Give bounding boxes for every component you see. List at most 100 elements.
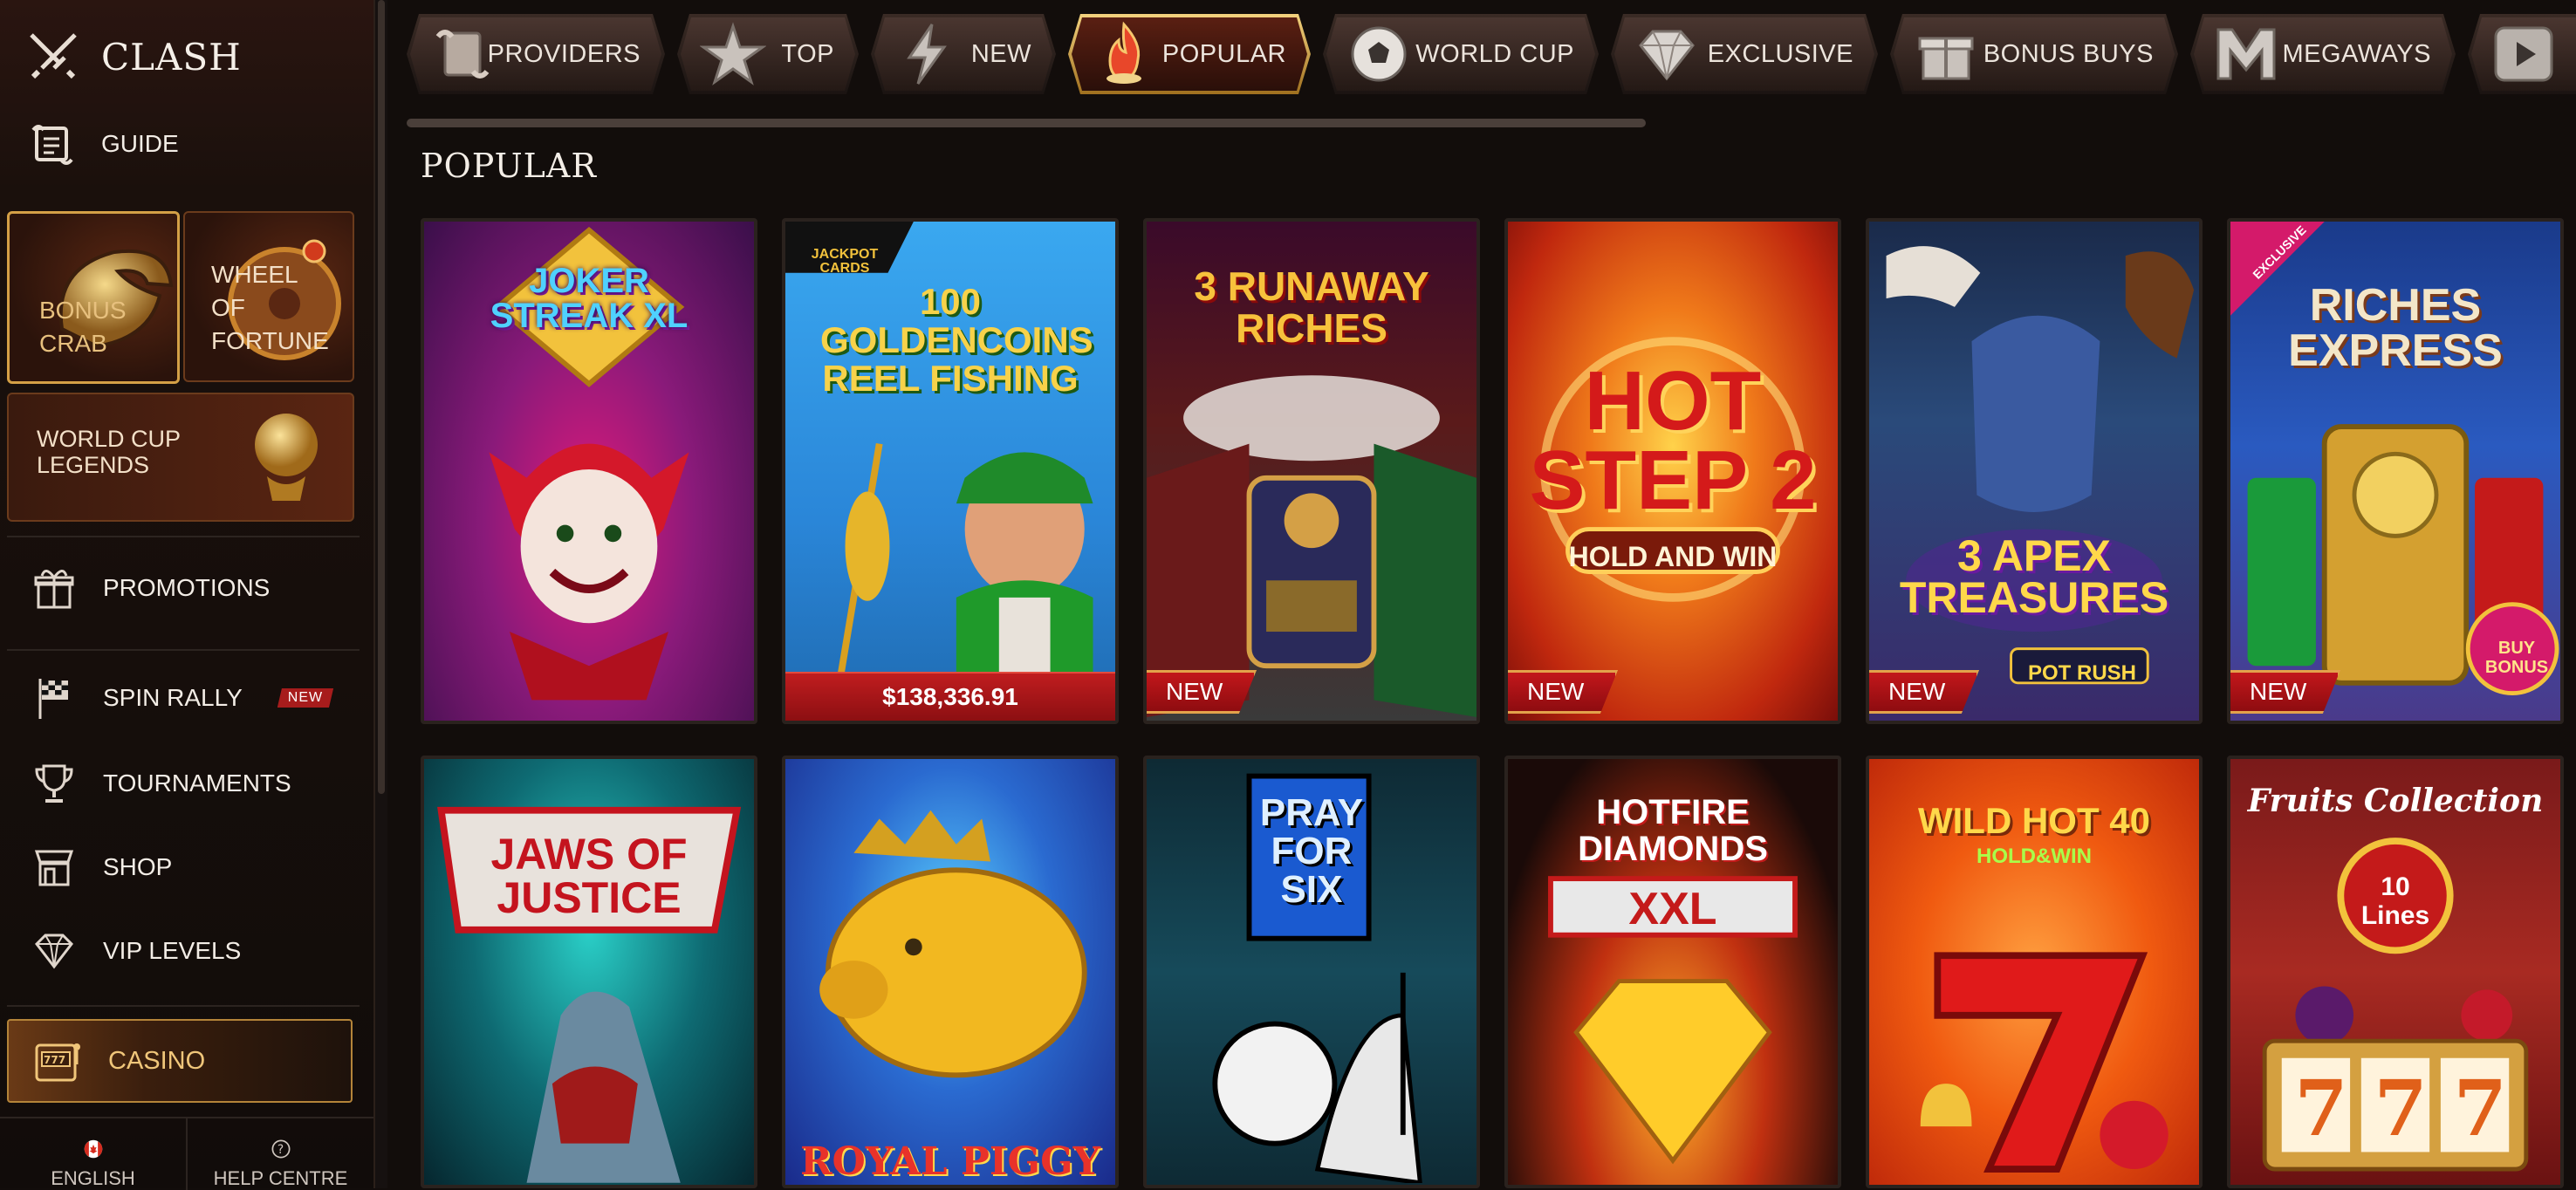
- game-card-hot-step-2[interactable]: HOT STEP 2 HOLD AND WIN NEW: [1504, 218, 1841, 724]
- game-subtitle: 10 Lines: [2360, 872, 2430, 930]
- brand-name: CLASH: [101, 35, 242, 79]
- crossed-swords-icon: [30, 33, 77, 79]
- help-icon: ?: [271, 1139, 290, 1159]
- bonus-crab-label: BONUS CRAB: [39, 297, 127, 357]
- game-title: JOKER STREAK XL: [490, 262, 689, 335]
- new-badge: NEW: [2230, 670, 2340, 714]
- lightning-icon: [894, 21, 960, 87]
- flame-icon: [1091, 21, 1157, 87]
- category-popular[interactable]: POPULAR: [1068, 14, 1311, 94]
- gift-icon: [31, 565, 77, 611]
- game-card-joker-streak-xl[interactable]: JOKER STREAK XL: [421, 218, 757, 724]
- new-badge: NEW: [1869, 670, 1979, 714]
- shop-icon: [31, 845, 77, 890]
- slot-machine-icon: 777: [35, 1043, 80, 1082]
- category-exclusive-label: EXCLUSIVE: [1707, 39, 1853, 68]
- svg-text:7: 7: [2294, 1063, 2347, 1153]
- category-exclusive[interactable]: EXCLUSIVE: [1611, 14, 1878, 94]
- game-card-riches-express[interactable]: EXCLUSIVE RICHES EXPRESS BUY BONUS NEW: [2227, 218, 2564, 724]
- category-world-cup-label: WORLD CUP: [1415, 39, 1574, 68]
- nav-spin-rally[interactable]: SPIN RALLY NEW: [31, 675, 334, 721]
- nav-shop[interactable]: SHOP: [31, 845, 172, 890]
- game-card-fruits-collection[interactable]: 7 7 7 Fruits Collection 10 Lines: [2227, 756, 2564, 1188]
- sidebar: CLASH GUIDE BONUS CRAB WHEEL OF FORTUNE …: [0, 0, 375, 1190]
- game-card-reel-fishing[interactable]: JACKPOT CARDS 100 GOLDENCOINS REEL FISHI…: [782, 218, 1119, 724]
- gift-icon: [1913, 21, 1979, 87]
- canada-flag-icon: [84, 1139, 102, 1159]
- scroll-icon: [429, 21, 496, 87]
- game-title: 3 RUNAWAY RICHES: [1194, 263, 1429, 352]
- game-subtitle: POT RUSH: [2027, 661, 2136, 685]
- svg-text:777: 777: [44, 1054, 65, 1066]
- category-providers-label: PROVIDERS: [487, 39, 641, 68]
- game-title: HOT STEP 2: [1529, 354, 1817, 528]
- game-card-pray-for-six[interactable]: PRAY FOR SIX: [1143, 756, 1480, 1188]
- game-title: HOTFIRE DIAMONDS: [1578, 793, 1768, 868]
- guide-link[interactable]: GUIDE: [26, 113, 179, 174]
- new-badge: NEW: [1508, 670, 1618, 714]
- play-icon: [2490, 21, 2557, 87]
- game-title: 3 APEX TREASURES: [1899, 531, 2169, 622]
- game-title: WILD HOT 40: [1917, 800, 2150, 841]
- language-selector[interactable]: ENGLISH: [0, 1118, 186, 1190]
- brand-logo[interactable]: CLASH: [26, 26, 242, 87]
- new-badge: NEW: [1147, 670, 1257, 714]
- svg-text:7: 7: [2454, 1063, 2507, 1153]
- nav-promotions[interactable]: PROMOTIONS: [31, 565, 270, 611]
- category-bonus-buys[interactable]: BONUS BUYS: [1890, 14, 2178, 94]
- category-bonus-buys-label: BONUS BUYS: [1983, 39, 2154, 68]
- nav-tournaments-label: TOURNAMENTS: [103, 769, 291, 797]
- category-scrollbar[interactable]: [407, 119, 1646, 127]
- golden-piggy-icon: [819, 810, 1087, 1078]
- game-title: Fruits Collection: [2247, 783, 2544, 819]
- world-cup-legends-tile[interactable]: WORLD CUP LEGENDS: [7, 393, 354, 522]
- category-megaways[interactable]: MEGAWAYS: [2190, 14, 2456, 94]
- game-card-wild-hot-40[interactable]: WILD HOT 40 HOLD&WIN: [1866, 756, 2203, 1188]
- game-card-3-runaway-riches[interactable]: 3 RUNAWAY RICHES NEW: [1143, 218, 1480, 724]
- category-bar: PROVIDERS TOP NEW POPULAR WORLD CUP EXCL…: [407, 14, 2576, 94]
- game-card-hotfire-diamonds[interactable]: HOTFIRE DIAMONDS XXL: [1504, 756, 1841, 1188]
- game-card-jaws-of-justice[interactable]: JAWS OF JUSTICE: [421, 756, 757, 1188]
- guide-label: GUIDE: [101, 130, 179, 157]
- football-icon: [1346, 21, 1412, 87]
- game-title: JAWS OF JUSTICE: [490, 830, 688, 922]
- new-badge: NEW: [277, 688, 334, 708]
- category-world-cup[interactable]: WORLD CUP: [1323, 14, 1599, 94]
- diamond-icon: [1634, 21, 1700, 87]
- help-label: HELP CENTRE: [213, 1167, 348, 1189]
- game-corner-label: JACKPOT CARDS: [811, 247, 879, 276]
- diamond-icon: [31, 928, 77, 974]
- wheel-of-fortune-tile[interactable]: WHEEL OF FORTUNE: [183, 211, 354, 382]
- category-popular-label: POPULAR: [1161, 39, 1286, 68]
- game-card-3-apex-treasures[interactable]: 3 APEX TREASURES POT RUSH NEW: [1866, 218, 2203, 724]
- nav-casino[interactable]: 777 CASINO: [7, 1019, 353, 1103]
- game-subtitle: HOLD&WIN: [1977, 845, 2092, 868]
- jackpot-amount: $138,336.91: [785, 672, 1115, 721]
- category-new-label: NEW: [970, 39, 1031, 68]
- category-more[interactable]: [2468, 14, 2576, 94]
- shark-icon: [437, 806, 742, 1183]
- help-centre-link[interactable]: ? HELP CENTRE: [186, 1118, 373, 1190]
- category-providers[interactable]: PROVIDERS: [407, 14, 665, 94]
- divider: [7, 536, 360, 537]
- nav-casino-label: CASINO: [108, 1046, 206, 1075]
- nav-vip-levels[interactable]: VIP LEVELS: [31, 928, 241, 974]
- divider: [7, 1005, 360, 1007]
- nav-shop-label: SHOP: [103, 853, 173, 880]
- category-top[interactable]: TOP: [677, 14, 859, 94]
- sidebar-scrollbar[interactable]: [375, 0, 387, 1188]
- category-megaways-label: MEGAWAYS: [2282, 39, 2431, 68]
- bonus-crab-tile[interactable]: BONUS CRAB: [7, 211, 180, 384]
- game-card-royal-piggy[interactable]: ROYAL PIGGY: [782, 756, 1119, 1188]
- category-new[interactable]: NEW: [871, 14, 1056, 94]
- scrollbar-thumb[interactable]: [378, 0, 385, 794]
- nav-promotions-label: PROMOTIONS: [103, 574, 271, 601]
- m-icon: [2213, 21, 2279, 87]
- nav-vip-levels-label: VIP LEVELS: [103, 937, 242, 964]
- trophy-icon: [31, 761, 77, 806]
- nav-spin-rally-label: SPIN RALLY: [103, 684, 243, 711]
- wheel-of-fortune-label: WHEEL OF FORTUNE: [211, 261, 329, 354]
- game-title: PRAY FOR SIX: [1259, 791, 1364, 911]
- language-label: ENGLISH: [51, 1167, 135, 1189]
- nav-tournaments[interactable]: TOURNAMENTS: [31, 761, 291, 806]
